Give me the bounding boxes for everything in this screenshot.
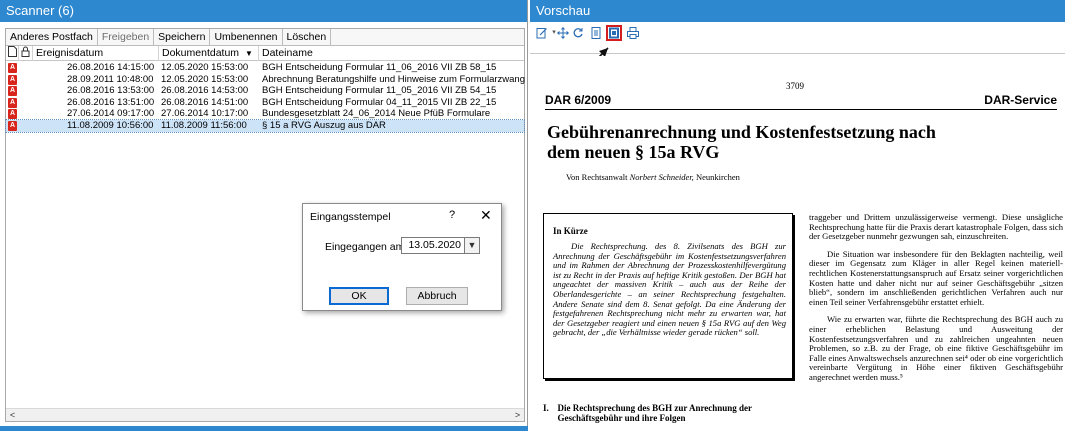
document-title: Gebührenanrechnung und Kostenfestsetzung… bbox=[547, 122, 936, 162]
date-dropdown-icon[interactable]: ▼ bbox=[465, 237, 480, 254]
file-type-column[interactable] bbox=[6, 46, 19, 61]
event-date-cell: 26.08.2016 13:53:00 bbox=[67, 85, 155, 97]
right-column-text: traggeber und Drittem unzulässigerweise … bbox=[809, 212, 1063, 391]
scan-list: A 26.08.2016 14:15:00 12.05.2020 15:53:00 B… bbox=[5, 62, 525, 133]
summary-text: Die Rechtsprechung. des 8. Zivilsenats d… bbox=[553, 241, 786, 338]
author-suffix: Neunkirchen bbox=[693, 172, 740, 182]
scanner-bottom-bar bbox=[0, 426, 528, 431]
author-prefix: Von Rechtsanwalt bbox=[566, 172, 630, 182]
paragraph-3: Wie zu erwarten war, führte die Rechtspr… bbox=[809, 314, 1063, 382]
pdf-icon: A bbox=[8, 74, 17, 85]
help-icon[interactable]: ? bbox=[449, 209, 455, 221]
doc-date-cell: 26.08.2016 14:51:00 bbox=[161, 96, 249, 108]
rename-button[interactable]: Umbenennen bbox=[210, 29, 283, 45]
scanner-toolbar: Anderes Postfach Freigeben Speichern Umb… bbox=[6, 29, 524, 46]
doc-date-cell: 11.08.2009 11:56:00 bbox=[161, 119, 247, 131]
filename-cell: BGH Entscheidung Formular 11_05_2016 VII… bbox=[262, 85, 497, 97]
preview-pane: Vorschau ▾ 3709 DAR 6/2009 DAR-Service G… bbox=[530, 0, 1065, 431]
horizontal-scrollbar[interactable]: < > bbox=[6, 408, 524, 421]
summary-heading: In Kürze bbox=[553, 226, 588, 236]
table-row[interactable]: A 26.08.2016 14:15:00 12.05.2020 15:53:00 B… bbox=[6, 62, 524, 74]
sort-down-icon: ▼ bbox=[245, 49, 253, 58]
received-date-label: Eingegangen am: bbox=[325, 241, 408, 253]
doc-date-cell: 12.05.2020 15:53:00 bbox=[161, 73, 249, 85]
table-row[interactable]: A 26.08.2016 13:51:00 26.08.2016 14:51:00 B… bbox=[6, 97, 524, 109]
filename-cell: Abrechnung Beratungshilfe und Hinweise z… bbox=[262, 73, 525, 85]
event-date-cell: 28.09.2011 10:48:00 bbox=[67, 73, 154, 85]
filename-cell: BGH Entscheidung Formular 11_06_2016 VII… bbox=[262, 62, 497, 73]
event-date-cell: 26.08.2016 13:51:00 bbox=[67, 96, 155, 108]
ok-button[interactable]: OK bbox=[329, 287, 389, 305]
scanner-pane: Scanner (6) Anderes Postfach Freigeben S… bbox=[0, 0, 528, 431]
page-view-icon[interactable] bbox=[590, 27, 602, 39]
doc-date-cell: 26.08.2016 14:53:00 bbox=[161, 85, 249, 97]
author-name: Norbert Schneider, bbox=[629, 172, 694, 182]
move-icon[interactable] bbox=[557, 27, 569, 39]
preview-toolbar: ▾ bbox=[530, 22, 1065, 73]
table-row[interactable]: A 27.06.2014 09:17:00 27.06.2014 10:17:00 B… bbox=[6, 108, 524, 120]
event-date-cell: 11.08.2009 10:56:00 bbox=[67, 119, 154, 131]
column-filename[interactable]: Dateiname bbox=[259, 46, 524, 61]
table-header: Ereignisdatum Dokumentdatum ▼ Dateiname bbox=[6, 46, 524, 61]
journal-section: DAR-Service bbox=[984, 93, 1057, 107]
column-doc-date-label: Dokumentdatum bbox=[162, 47, 240, 59]
other-mailbox-button[interactable]: Anderes Postfach bbox=[6, 29, 98, 45]
eingangsstempel-dialog: Eingangsstempel ? ✕ Eingegangen am: 13.0… bbox=[302, 203, 502, 311]
save-button[interactable]: Speichern bbox=[154, 29, 211, 45]
table-row[interactable]: A 11.08.2009 10:56:00 11.08.2009 11:56:00 §… bbox=[5, 119, 525, 133]
print-icon[interactable] bbox=[627, 27, 639, 39]
pdf-icon: A bbox=[8, 63, 17, 73]
release-button[interactable]: Freigeben bbox=[98, 29, 155, 45]
close-icon[interactable]: ✕ bbox=[480, 207, 492, 224]
stamp-icon[interactable] bbox=[608, 27, 620, 39]
section-number: I. bbox=[543, 403, 549, 413]
column-event-date[interactable]: Ereignisdatum bbox=[33, 46, 159, 61]
pdf-icon: A bbox=[8, 109, 17, 120]
event-date-cell: 26.08.2016 14:15:00 bbox=[67, 62, 155, 73]
column-doc-date[interactable]: Dokumentdatum ▼ bbox=[159, 46, 259, 61]
cancel-button[interactable]: Abbruch bbox=[406, 287, 468, 305]
lock-icon bbox=[21, 46, 30, 57]
dialog-title: Eingangsstempel bbox=[310, 211, 391, 223]
filename-cell: Bundesgesetzblatt 24_06_2014 Neue PfüB F… bbox=[262, 108, 491, 120]
document-preview[interactable]: 3709 DAR 6/2009 DAR-Service Gebührenanre… bbox=[536, 56, 1065, 431]
section-title: Die Rechtsprechung des BGH zur Anrechnun… bbox=[557, 403, 752, 423]
rotate-icon[interactable] bbox=[572, 27, 584, 39]
summary-box: In Kürze Die Rechtsprechung. des 8. Zivi… bbox=[543, 213, 793, 379]
delete-button[interactable]: Löschen bbox=[283, 29, 332, 45]
section-heading: I. Die Rechtsprechung des BGH zur Anrech… bbox=[543, 403, 793, 423]
doc-date-cell: 12.05.2020 15:53:00 bbox=[161, 62, 249, 73]
pdf-icon: A bbox=[8, 97, 17, 108]
event-date-cell: 27.06.2014 09:17:00 bbox=[67, 108, 155, 120]
scroll-right-icon[interactable]: > bbox=[511, 409, 524, 421]
author-line: Von Rechtsanwalt Norbert Schneider, Neun… bbox=[566, 172, 740, 182]
file-icon bbox=[8, 46, 17, 57]
header-rule bbox=[545, 109, 1057, 110]
table-row[interactable]: A 28.09.2011 10:48:00 12.05.2020 15:53:00 A… bbox=[6, 73, 525, 86]
pdf-icon: A bbox=[8, 120, 17, 131]
paragraph-2: Die Situation war insbesondere für den B… bbox=[809, 248, 1063, 307]
filename-cell: BGH Entscheidung Formular 04_11_2015 VII… bbox=[262, 96, 497, 108]
table-row[interactable]: A 26.08.2016 13:53:00 26.08.2016 14:53:00 B… bbox=[6, 85, 524, 97]
pdf-icon: A bbox=[8, 86, 17, 97]
lock-column[interactable] bbox=[19, 46, 33, 61]
scroll-left-icon[interactable]: < bbox=[6, 409, 19, 421]
journal-issue: DAR 6/2009 bbox=[545, 93, 612, 107]
doc-date-cell: 27.06.2014 10:17:00 bbox=[161, 108, 249, 120]
page-number: 3709 bbox=[786, 81, 804, 91]
edit-document-icon[interactable] bbox=[536, 27, 548, 39]
preview-title: Vorschau bbox=[530, 0, 1065, 22]
filename-cell: § 15 a RVG Auszug aus DAR bbox=[262, 119, 386, 131]
paragraph-1: traggeber und Drittem unzulässigerweise … bbox=[809, 212, 1063, 242]
scanner-title: Scanner (6) bbox=[0, 0, 527, 22]
received-date-field[interactable]: 13.05.2020 bbox=[401, 237, 465, 254]
